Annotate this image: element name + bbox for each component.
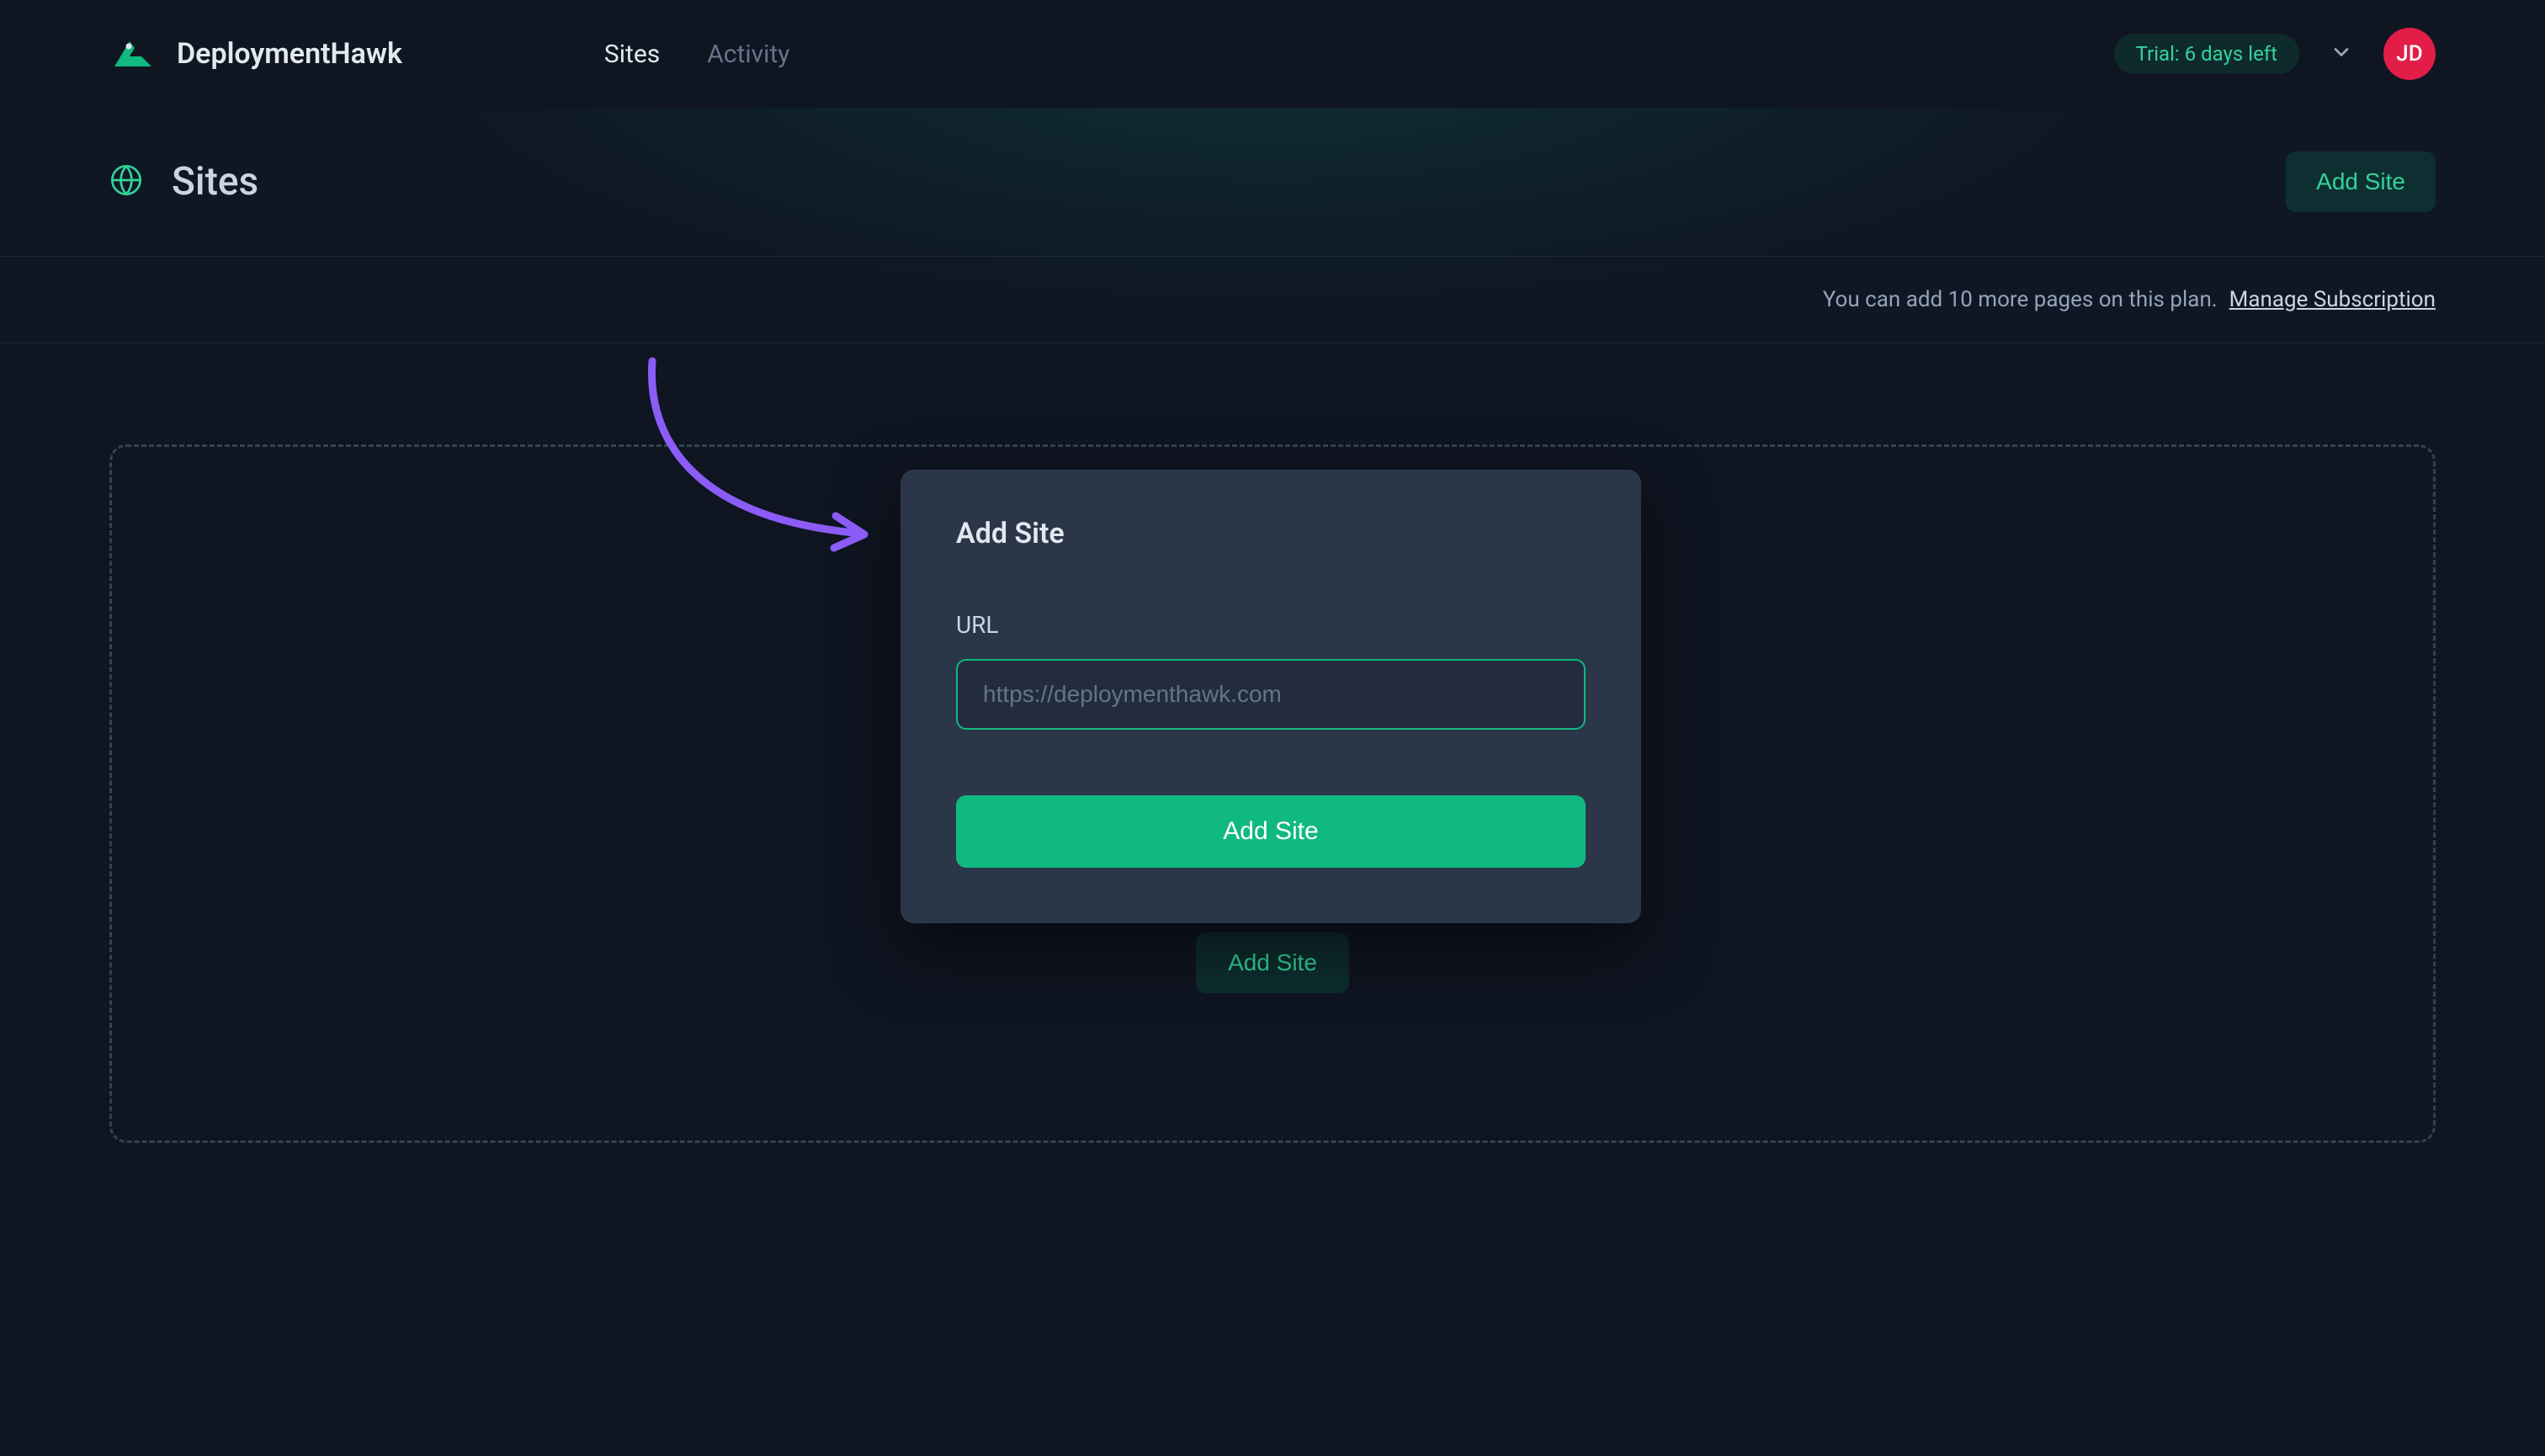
manage-subscription-link[interactable]: Manage Subscription	[2229, 287, 2436, 312]
modal-title: Add Site	[956, 517, 1586, 550]
page-header-wrap: Sites Add Site You can add 10 more pages…	[0, 108, 2545, 343]
url-label: URL	[956, 611, 1586, 639]
url-input[interactable]	[956, 659, 1586, 730]
empty-state-add-site-button[interactable]: Add Site	[1196, 933, 1349, 993]
avatar[interactable]: JD	[2383, 28, 2436, 80]
plan-notice-text: You can add 10 more pages on this plan.	[1823, 287, 2218, 312]
page-title-group: Sites	[109, 159, 258, 205]
top-navbar: DeploymentHawk Sites Activity Trial: 6 d…	[0, 0, 2545, 108]
brand-name: DeploymentHawk	[177, 37, 402, 71]
brand[interactable]: DeploymentHawk	[109, 29, 402, 78]
nav-link-activity[interactable]: Activity	[707, 40, 789, 69]
globe-icon	[109, 163, 143, 200]
nav-link-sites[interactable]: Sites	[604, 40, 660, 69]
add-site-modal: Add Site URL Add Site	[901, 470, 1641, 923]
nav-right: Trial: 6 days left JD	[2114, 28, 2436, 80]
chevron-down-icon[interactable]	[2330, 40, 2353, 67]
nav-links: Sites Activity	[604, 40, 790, 69]
trial-badge: Trial: 6 days left	[2114, 34, 2299, 74]
add-site-header-button[interactable]: Add Site	[2286, 151, 2436, 212]
page-title: Sites	[172, 159, 258, 205]
modal-add-site-button[interactable]: Add Site	[956, 795, 1586, 868]
page-header: Sites Add Site	[0, 108, 2545, 257]
brand-logo-icon	[109, 29, 158, 78]
plan-notice-strip: You can add 10 more pages on this plan. …	[0, 257, 2545, 343]
